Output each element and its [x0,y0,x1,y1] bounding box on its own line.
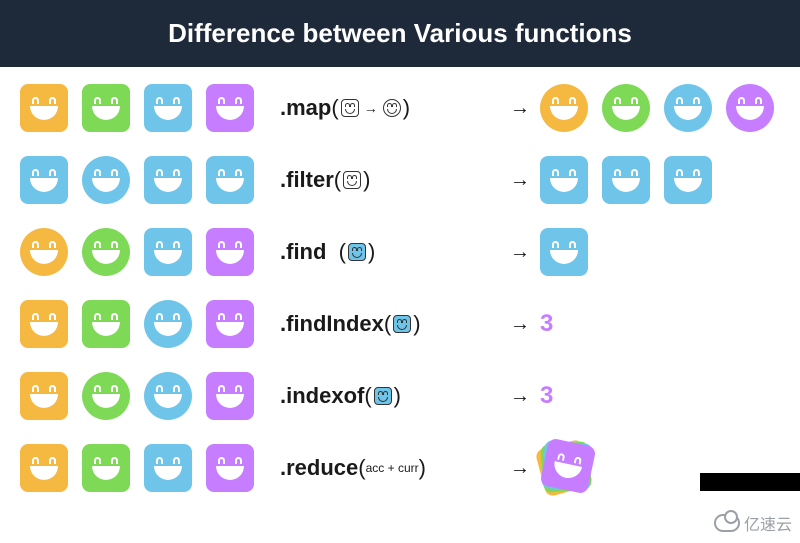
emoji-blue-square [540,228,588,276]
stacked-emoji [540,442,592,494]
emoji-green-square [82,84,130,132]
arrow-icon: → [500,457,540,480]
emoji-orange-square [20,84,68,132]
emoji-orange-circle [540,84,588,132]
func-indexof: .indexof () [280,383,500,409]
emoji-purple-square [206,444,254,492]
mini-circle-icon [383,99,401,117]
page-title: Difference between Various functions [0,0,800,67]
emoji-green-circle [82,228,130,276]
row-filter: .filter () → [20,155,780,205]
emoji-orange-square [20,300,68,348]
emoji-purple-square [206,84,254,132]
func-find: .find () [280,239,500,265]
emoji-blue-square [206,156,254,204]
watermark: 亿速云 [714,511,792,535]
func-reduce: .reduce (acc + curr) [280,455,500,481]
diagram-content: .map(→) → .filter () → .find () → .find [0,67,800,531]
mini-blue-square-icon [374,387,392,405]
findindex-output: 3 [540,310,553,338]
arrow-icon: → [500,385,540,408]
emoji-blue-square [540,156,588,204]
emoji-orange-circle [20,228,68,276]
func-map: .map(→) [280,95,500,121]
cloud-icon [714,514,740,532]
row-findindex: .findIndex () → 3 [20,299,780,349]
mini-blue-square-icon [348,243,366,261]
row-map: .map(→) → [20,83,780,133]
emoji-blue-circle [82,156,130,204]
emoji-orange-square [20,444,68,492]
emoji-green-circle [82,372,130,420]
emoji-green-square [82,300,130,348]
emoji-blue-square [20,156,68,204]
result-number: 3 [540,310,553,338]
indexof-inputs [20,372,280,420]
row-reduce: .reduce (acc + curr) → [20,443,780,493]
emoji-blue-circle [664,84,712,132]
find-outputs [540,228,588,276]
mini-blue-square-icon [393,315,411,333]
emoji-blue-square [144,228,192,276]
emoji-blue-square [144,444,192,492]
filter-inputs [20,156,280,204]
func-findindex: .findIndex () [280,311,500,337]
mini-square-icon [341,99,359,117]
arrow-icon: → [500,97,540,120]
reduce-output [540,442,592,494]
row-indexof: .indexof () → 3 [20,371,780,421]
result-number: 3 [540,382,553,410]
arrow-icon: → [500,169,540,192]
emoji-green-square [82,444,130,492]
indexof-output: 3 [540,382,553,410]
row-find: .find () → [20,227,780,277]
map-inputs [20,84,280,132]
emoji-blue-circle [144,372,192,420]
emoji-orange-square [20,372,68,420]
emoji-blue-square [664,156,712,204]
watermark-text: 亿速云 [744,511,792,535]
emoji-blue-square [602,156,650,204]
map-outputs [540,84,774,132]
arrow-icon: → [500,241,540,264]
emoji-blue-square [144,156,192,204]
emoji-purple-square [206,300,254,348]
emoji-blue-square [144,84,192,132]
findindex-inputs [20,300,280,348]
arrow-icon: → [500,313,540,336]
black-bar [700,473,800,491]
reduce-inputs [20,444,280,492]
find-inputs [20,228,280,276]
func-filter: .filter () [280,167,500,193]
emoji-purple-square [206,228,254,276]
emoji-blue-circle [144,300,192,348]
mini-square-icon [343,171,361,189]
filter-outputs [540,156,712,204]
emoji-purple-circle [726,84,774,132]
emoji-purple-square [206,372,254,420]
emoji-green-circle [602,84,650,132]
